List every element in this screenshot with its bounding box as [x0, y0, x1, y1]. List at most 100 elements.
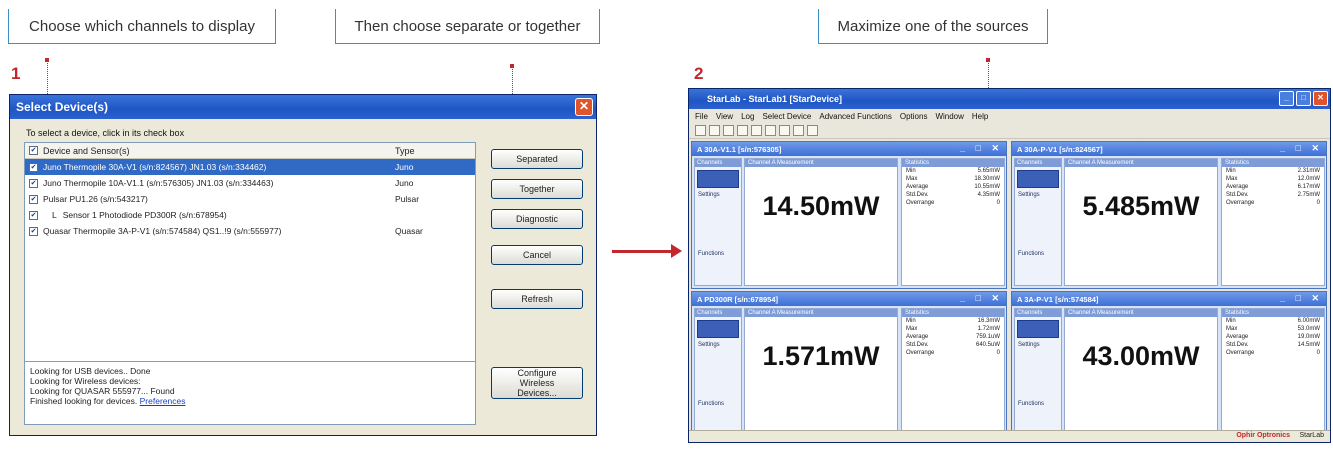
callout-choose-channels: Choose which channels to display	[8, 9, 276, 44]
stat-label: Overrange	[1226, 200, 1255, 206]
device-checkbox[interactable]: ✔	[29, 178, 38, 188]
panel-titlebar: A PD300R [s/n:678954] _ □ ✕	[692, 292, 1006, 306]
refresh-button[interactable]: Refresh	[491, 289, 583, 309]
toolbar-icon[interactable]	[765, 125, 776, 136]
measurement-panel[interactable]: A 30A-P-V1 [s/n:824567] _ □ ✕ Channels Sett…	[1011, 141, 1327, 289]
measurement-area: Channel A Measurement 5.485mW	[1064, 158, 1218, 286]
settings-label[interactable]: Settings	[695, 341, 741, 350]
log-line: Finished looking for devices. Preference…	[30, 396, 186, 406]
stat-label: Std.Dev.	[906, 192, 929, 198]
device-name: Sensor 1 Photodiode PD300R (s/n:678954)	[62, 210, 227, 220]
dialog-close-button[interactable]: ✕	[575, 98, 593, 116]
device-row[interactable]: ✔ Juno Thermopile 30A-V1 (s/n:824567) JN1…	[25, 159, 475, 175]
panel-window-buttons[interactable]: _ □ ✕	[960, 143, 1003, 154]
functions-label[interactable]: Functions	[695, 400, 741, 409]
type-column-header: Type	[395, 145, 415, 156]
device-type: Quasar	[395, 226, 423, 236]
diagnostic-button[interactable]: Diagnostic	[491, 209, 583, 229]
stat-value: 12.0mW	[1297, 176, 1320, 182]
device-row[interactable]: ✔ Quasar Thermopile 3A-P-V1 (s/n:574584) …	[25, 223, 475, 239]
panel-window-buttons[interactable]: _ □ ✕	[1280, 143, 1323, 154]
channel-selector[interactable]	[697, 170, 739, 188]
toolbar-icon[interactable]	[695, 125, 706, 136]
power-reading: 43.00mW	[1082, 341, 1200, 371]
device-checkbox[interactable]: ✔	[29, 226, 38, 236]
toolbar-icon[interactable]	[793, 125, 804, 136]
channel-selector[interactable]	[1017, 170, 1059, 188]
channel-selector[interactable]	[697, 320, 739, 338]
settings-label[interactable]: Settings	[1015, 191, 1061, 200]
functions-label[interactable]: Functions	[1015, 250, 1061, 259]
toolbar-icon[interactable]	[779, 125, 790, 136]
settings-label[interactable]: Settings	[695, 191, 741, 200]
statistics-area: Statistics Min 6.00mW Max 53.0mW Average 19.0m…	[1221, 308, 1325, 436]
dialog-titlebar: Select Device(s) ✕	[10, 95, 596, 119]
stat-label: Std.Dev.	[1226, 342, 1249, 348]
stat-row: Std.Dev. 14.5mW	[1222, 341, 1324, 349]
stat-label: Max	[906, 326, 918, 332]
separated-button[interactable]: Separated	[491, 149, 583, 169]
toolbar-icon[interactable]	[807, 125, 818, 136]
together-button[interactable]: Together	[491, 179, 583, 199]
starlab-window: StarLab - StarLab1 [StarDevice] _ □ ✕ Fi…	[688, 88, 1331, 443]
device-name: Juno Thermopile 10A-V1.1 (s/n:576305) JN…	[43, 178, 274, 188]
cancel-button[interactable]: Cancel	[491, 245, 583, 265]
stat-value: 4.35mW	[977, 192, 1000, 198]
menu-item[interactable]: Advanced Functions	[819, 112, 892, 121]
stat-value: 10.55mW	[974, 184, 1000, 190]
stat-value: 6.17mW	[1297, 184, 1320, 190]
menu-item[interactable]: View	[716, 112, 733, 121]
transition-arrow	[612, 244, 682, 258]
functions-label[interactable]: Functions	[1015, 400, 1061, 409]
device-checkbox[interactable]: ✔	[29, 210, 38, 220]
menu-item[interactable]: Options	[900, 112, 928, 121]
device-checkbox[interactable]: ✔	[29, 194, 38, 204]
menu-item[interactable]: File	[695, 112, 708, 121]
settings-label[interactable]: Settings	[1015, 341, 1061, 350]
toolbar-icon[interactable]	[751, 125, 762, 136]
maximize-icon: □	[1301, 93, 1306, 102]
device-row[interactable]: ✔ L Sensor 1 Photodiode PD300R (s/n:67895…	[25, 207, 475, 223]
callout-maximize-source: Maximize one of the sources	[818, 9, 1048, 44]
configure-wireless-button[interactable]: Configure Wireless Devices...	[491, 367, 583, 399]
toolbar-icon[interactable]	[737, 125, 748, 136]
stat-row: Average 19.0mW	[1222, 333, 1324, 341]
tree-branch-icon: L	[52, 210, 57, 220]
measurement-panel[interactable]: A 3A-P-V1 [s/n:574584] _ □ ✕ Channels Setti…	[1011, 291, 1327, 439]
panel-titlebar: A 3A-P-V1 [s/n:574584] _ □ ✕	[1012, 292, 1326, 306]
toolbar-icon[interactable]	[723, 125, 734, 136]
measurement-panel[interactable]: A 30A-V1.1 [s/n:576305] _ □ ✕ Channels Sett…	[691, 141, 1007, 289]
app-close-button[interactable]: ✕	[1313, 91, 1328, 106]
channel-selector[interactable]	[1017, 320, 1059, 338]
panel-titlebar: A 30A-V1.1 [s/n:576305] _ □ ✕	[692, 142, 1006, 156]
menu-item[interactable]: Help	[972, 112, 988, 121]
statistics-area: Statistics Min 2.31mW Max 12.0mW Average 6.17m…	[1221, 158, 1325, 286]
menu-item[interactable]: Log	[741, 112, 754, 121]
stat-label: Min	[1226, 168, 1236, 174]
measurement-panel[interactable]: A PD300R [s/n:678954] _ □ ✕ Channels Settin…	[691, 291, 1007, 439]
stat-row: Std.Dev. 2.75mW	[1222, 191, 1324, 199]
device-row[interactable]: ✔ Juno Thermopile 10A-V1.1 (s/n:576305) J…	[25, 175, 475, 191]
device-type: Juno	[395, 178, 414, 188]
functions-label[interactable]: Functions	[695, 250, 741, 259]
stat-row: Max 1.72mW	[902, 325, 1004, 333]
select-all-checkbox[interactable]: ✔	[29, 146, 38, 155]
device-name: Juno Thermopile 30A-V1 (s/n:824567) JN1.…	[43, 162, 267, 172]
menu-item[interactable]: Select Device	[762, 112, 811, 121]
stat-row: Max 18.30mW	[902, 175, 1004, 183]
preferences-link[interactable]: Preferences	[140, 396, 186, 406]
toolbar-icon[interactable]	[709, 125, 720, 136]
leader-dot-maximize	[986, 58, 990, 62]
stat-row: Overrange 0	[902, 199, 1004, 207]
device-row[interactable]: ✔ Pulsar PU1.26 (s/n:543217) Pulsar	[25, 191, 475, 207]
panel-window-buttons[interactable]: _ □ ✕	[1280, 293, 1323, 304]
device-checkbox[interactable]: ✔	[29, 162, 38, 172]
maximize-button[interactable]: □	[1296, 91, 1311, 106]
measurement-header: Channel A Measurement	[745, 159, 897, 167]
stat-label: Overrange	[1226, 350, 1255, 356]
panel-window-buttons[interactable]: _ □ ✕	[960, 293, 1003, 304]
callout-separate-together: Then choose separate or together	[335, 9, 600, 44]
minimize-button[interactable]: _	[1279, 91, 1294, 106]
stat-value: 759.1uW	[975, 334, 1000, 340]
menu-item[interactable]: Window	[935, 112, 963, 121]
